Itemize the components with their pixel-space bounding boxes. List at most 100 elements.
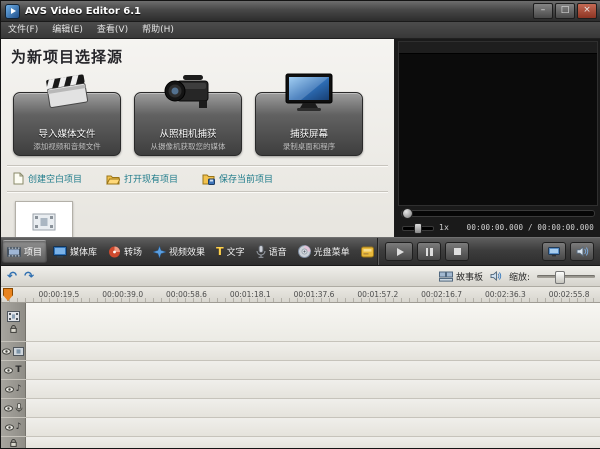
speed-slider[interactable] xyxy=(402,223,434,232)
preview-panel: 1x 00:00:00.000 / 00:00:00.000 xyxy=(395,39,600,237)
play-icon xyxy=(397,248,404,256)
capture-camera-button[interactable]: 从照相机捕获 从摄像机获取您的媒体 xyxy=(134,72,242,160)
video-track-icon xyxy=(7,311,20,322)
video-preview xyxy=(398,41,598,206)
open-project-icon xyxy=(106,173,120,185)
seek-track[interactable] xyxy=(401,210,595,217)
lock-icon[interactable] xyxy=(10,325,17,333)
clapperboard-icon xyxy=(41,72,93,112)
timeline-speaker-icon xyxy=(490,271,502,281)
save-project-link[interactable]: 保存当前项目 xyxy=(202,172,273,185)
capture-screen-button[interactable]: 捕获屏幕 录制桌面和程序 xyxy=(255,72,363,160)
zoom-slider[interactable] xyxy=(537,271,595,282)
text-track-lane[interactable] xyxy=(26,361,600,379)
close-button[interactable]: × xyxy=(577,3,597,19)
tab-text[interactable]: T 文字 xyxy=(211,240,250,263)
voice-track-icon xyxy=(15,403,23,413)
video-track-lane[interactable] xyxy=(26,303,600,341)
tab-voice[interactable]: 语音 xyxy=(251,240,292,263)
tab-transitions[interactable]: 转场 xyxy=(103,240,147,263)
eye-icon[interactable] xyxy=(2,348,11,355)
new-project-icon xyxy=(13,172,24,185)
main-area: 为新项目选择源 xyxy=(1,39,600,237)
redo-button[interactable]: ↷ xyxy=(24,269,34,283)
tab-text-label: 文字 xyxy=(227,245,245,258)
music-track-lane[interactable] xyxy=(26,418,600,436)
eye-icon[interactable] xyxy=(5,424,14,431)
tab-media-library[interactable]: 媒体库 xyxy=(48,240,102,263)
text-track-icon: T xyxy=(15,366,21,375)
open-project-link[interactable]: 打开现有项目 xyxy=(106,172,178,185)
storyboard-toggle-button[interactable]: 故事板 xyxy=(439,270,483,283)
text-icon: T xyxy=(216,245,224,258)
page-title: 为新项目选择源 xyxy=(11,46,384,67)
eye-icon[interactable] xyxy=(5,386,14,393)
ruler-label: 00:02:55.8 xyxy=(537,290,600,302)
tab-project[interactable]: 项目 xyxy=(2,240,47,263)
ruler-label: 00:01:37.6 xyxy=(282,290,346,302)
speaker-icon xyxy=(576,246,589,257)
media-library-icon xyxy=(53,246,67,258)
film-icon xyxy=(7,246,21,258)
video-track-row xyxy=(1,303,600,342)
pause-button[interactable] xyxy=(417,242,441,261)
speed-handle[interactable] xyxy=(414,223,422,234)
seek-handle[interactable] xyxy=(402,208,413,219)
zoom-label: 缩放: xyxy=(509,270,530,283)
pause-icon xyxy=(426,248,433,256)
video-effects-icon xyxy=(153,246,166,258)
menu-edit[interactable]: 编辑(E) xyxy=(45,22,90,38)
undo-button[interactable]: ↶ xyxy=(7,269,17,283)
app-window: AVS Video Editor 6.1 – □ × 文件(F) 编辑(E) 查… xyxy=(0,0,600,449)
timeline-tracks: T ♪ xyxy=(1,303,600,448)
ruler-label: 00:00:19.5 xyxy=(27,290,91,302)
create-blank-project-link[interactable]: 创建空白项目 xyxy=(13,172,82,185)
playhead-marker[interactable] xyxy=(3,288,13,301)
save-project-icon xyxy=(202,173,215,185)
speed-label: 1x xyxy=(439,223,449,232)
zoom-handle[interactable] xyxy=(555,271,565,284)
volume-button[interactable] xyxy=(570,242,594,261)
text-track-row: T xyxy=(1,361,600,380)
tab-project-label: 项目 xyxy=(24,245,42,258)
seek-bar[interactable] xyxy=(398,206,598,220)
tab-disc-menu[interactable]: 光盘菜单 xyxy=(293,240,355,263)
eye-icon[interactable] xyxy=(4,405,13,412)
tab-media-library-label: 媒体库 xyxy=(70,245,97,258)
play-button[interactable] xyxy=(385,242,413,261)
open-project-label: 打开现有项目 xyxy=(124,172,178,185)
ruler-label: 00:02:36.3 xyxy=(473,290,537,302)
monitor-icon xyxy=(284,72,334,112)
tab-disc-menu-label: 光盘菜单 xyxy=(314,245,350,258)
menu-file[interactable]: 文件(F) xyxy=(1,22,45,38)
maximize-button[interactable]: □ xyxy=(555,3,575,19)
overlay-track-lane[interactable] xyxy=(26,342,600,360)
ruler-label: 00:01:18.1 xyxy=(218,290,282,302)
tab-video-effects[interactable]: 视频效果 xyxy=(148,240,210,263)
stop-button[interactable] xyxy=(445,242,469,261)
produce-button[interactable]: 生成... xyxy=(356,240,377,263)
stop-icon xyxy=(454,248,461,255)
start-panel: 为新项目选择源 xyxy=(1,39,395,237)
timeline-ruler[interactable]: 00:00:19.5 00:00:39.0 00:00:58.6 00:01:1… xyxy=(1,287,600,303)
menu-help[interactable]: 帮助(H) xyxy=(135,22,181,38)
eye-icon[interactable] xyxy=(4,367,13,374)
minimize-button[interactable]: – xyxy=(533,3,553,19)
disc-menu-icon xyxy=(298,245,311,258)
ruler-label: 00:00:39.0 xyxy=(91,290,155,302)
import-media-sublabel: 添加视频和音频文件 xyxy=(13,141,121,152)
extra-track-row xyxy=(1,437,600,448)
lock-icon[interactable] xyxy=(10,439,17,447)
preview-controls: 1x 00:00:00.000 / 00:00:00.000 xyxy=(398,220,598,235)
voice-track-lane[interactable] xyxy=(26,399,600,417)
menu-view[interactable]: 查看(V) xyxy=(90,22,135,38)
save-project-label: 保存当前项目 xyxy=(219,172,273,185)
extra-track-lane[interactable] xyxy=(26,437,600,448)
timeline-mute-button[interactable] xyxy=(490,271,502,281)
tab-transitions-label: 转场 xyxy=(124,245,142,258)
app-logo-icon xyxy=(5,4,20,19)
main-toolbar: 项目 媒体库 转场 视频效果 T xyxy=(1,238,377,265)
audio-track-lane[interactable] xyxy=(26,380,600,398)
import-media-button[interactable]: 导入媒体文件 添加视频和音频文件 xyxy=(13,72,121,160)
fullscreen-button[interactable] xyxy=(542,242,566,261)
